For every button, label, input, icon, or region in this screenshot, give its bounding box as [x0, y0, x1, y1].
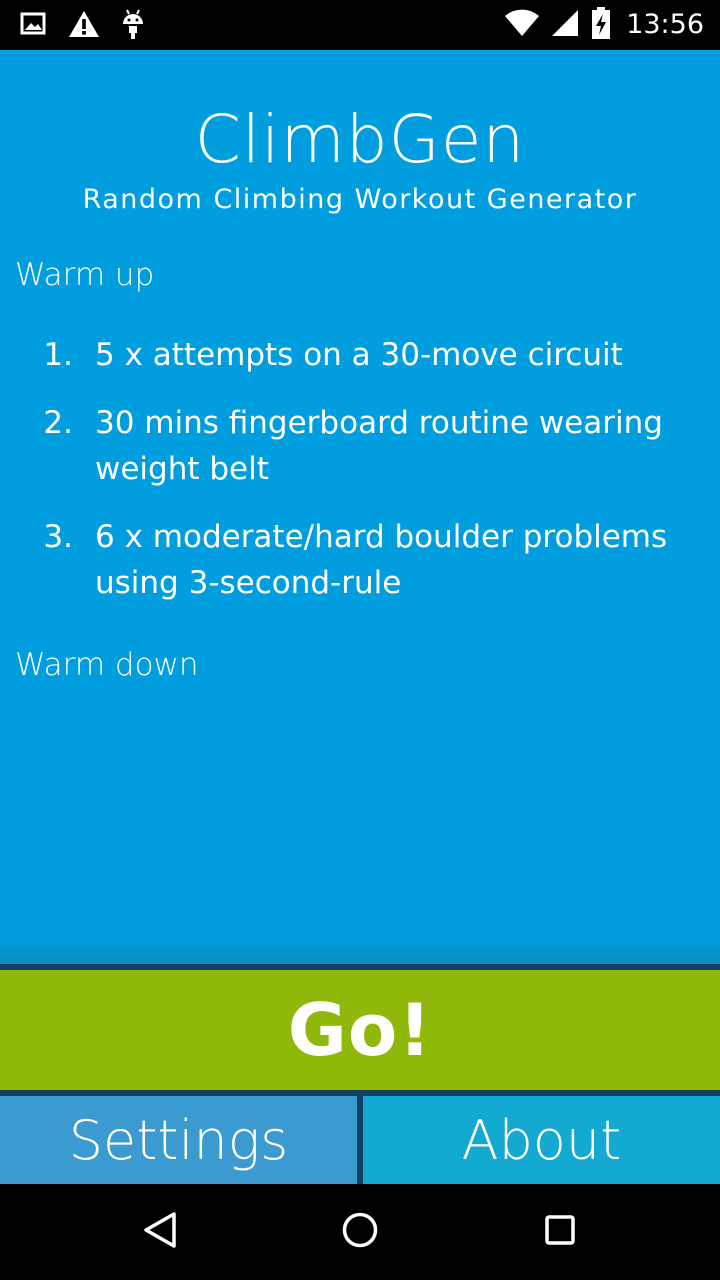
warmup-heading: Warm up: [15, 257, 155, 293]
app-title: ClimbGen: [194, 101, 526, 178]
warning-icon: [68, 10, 100, 42]
list-item-number: 3.: [43, 519, 73, 555]
navigation-bar: [0, 1184, 720, 1280]
panel-shadow: [0, 938, 720, 964]
app-subtitle: Random Climbing Workout Generator: [82, 184, 638, 215]
go-button[interactable]: Go!: [0, 970, 720, 1090]
status-notification-icons: [20, 8, 146, 44]
workout-list: 1. 5 x attempts on a 30-move circuit 2. …: [0, 332, 720, 628]
back-button[interactable]: [136, 1208, 184, 1256]
status-time: 13:56: [626, 9, 704, 40]
recents-button[interactable]: [536, 1208, 584, 1256]
image-notification-icon: [20, 11, 48, 41]
wifi-icon: [504, 8, 540, 42]
home-icon: [340, 1210, 380, 1254]
status-bar: 13:56: [0, 0, 720, 50]
list-item-number: 2.: [43, 405, 73, 441]
recents-icon: [540, 1210, 580, 1254]
list-item-number: 1.: [43, 337, 73, 373]
list-item-text: 6 x moderate/hard boulder problems using…: [95, 519, 668, 601]
android-debug-icon: [120, 8, 146, 44]
list-item-text: 30 mins fingerboard routine wearing weig…: [95, 405, 663, 487]
back-icon: [140, 1210, 180, 1254]
settings-button[interactable]: Settings: [0, 1096, 357, 1184]
battery-charging-icon: [590, 6, 612, 44]
status-system-icons: 13:56: [504, 6, 704, 44]
list-item: 2. 30 mins fingerboard routine wearing w…: [0, 400, 720, 492]
list-item: 1. 5 x attempts on a 30-move circuit: [0, 332, 720, 378]
list-item-text: 5 x attempts on a 30-move circuit: [95, 337, 623, 373]
workout-panel: ClimbGen Random Climbing Workout Generat…: [0, 50, 720, 964]
cell-signal-icon: [550, 8, 580, 42]
home-button[interactable]: [336, 1208, 384, 1256]
about-button[interactable]: About: [363, 1096, 720, 1184]
warmdown-heading: Warm down: [15, 647, 199, 683]
list-item: 3. 6 x moderate/hard boulder problems us…: [0, 514, 720, 606]
